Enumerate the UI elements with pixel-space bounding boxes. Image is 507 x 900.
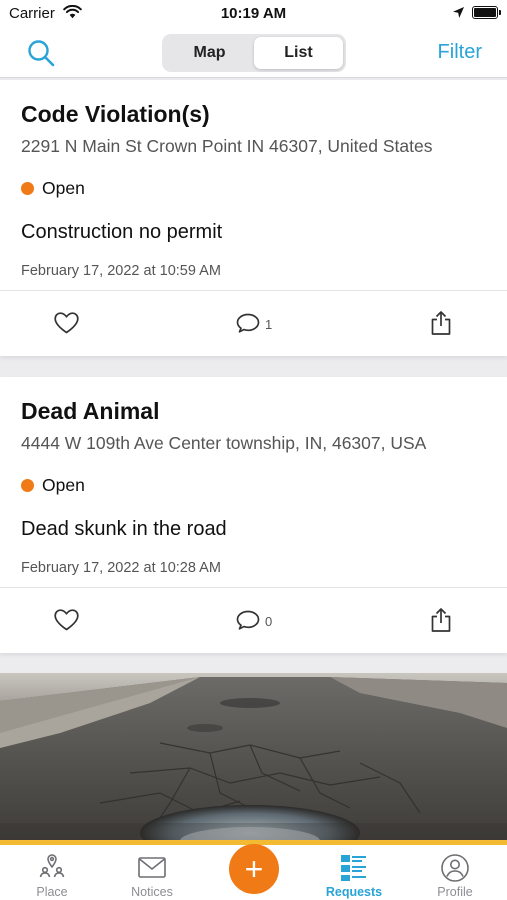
tab-place[interactable]: Place xyxy=(2,845,102,900)
tab-label: Notices xyxy=(131,885,173,899)
comment-button[interactable]: 0 xyxy=(236,610,272,632)
nav-bar: Map List Filter xyxy=(0,28,507,78)
tab-profile[interactable]: Profile xyxy=(405,845,505,900)
comment-count: 0 xyxy=(265,613,273,629)
request-title: Dead Animal xyxy=(21,398,160,424)
comment-bubble-icon xyxy=(236,313,260,333)
profile-icon xyxy=(441,854,469,882)
comment-button[interactable]: 1 xyxy=(236,313,272,335)
tab-label: Profile xyxy=(437,885,473,899)
tab-label: Place xyxy=(36,885,68,899)
add-request-button[interactable]: + xyxy=(229,844,279,894)
request-status: Open xyxy=(21,475,85,496)
share-icon xyxy=(431,311,451,335)
status-dot xyxy=(21,479,34,492)
heart-icon xyxy=(54,609,79,631)
request-address: 2291 N Main St Crown Point IN 46307, Uni… xyxy=(21,136,433,156)
filter-button[interactable]: Filter xyxy=(438,41,482,64)
status-dot xyxy=(21,182,34,195)
request-address: 4444 W 109th Ave Center township, IN, 46… xyxy=(21,433,427,453)
request-photo[interactable] xyxy=(0,673,507,845)
comment-bubble-icon xyxy=(236,610,260,630)
share-button[interactable] xyxy=(430,310,452,336)
share-button[interactable] xyxy=(430,607,452,633)
like-button[interactable] xyxy=(54,609,79,631)
request-description: Construction no permit xyxy=(21,221,223,243)
status-bar: Carrier 10:19 AM xyxy=(0,0,507,28)
like-button[interactable] xyxy=(54,312,79,334)
view-segmented-control: Map List xyxy=(162,34,346,72)
request-description: Dead skunk in the road xyxy=(21,518,227,540)
place-icon xyxy=(39,854,65,878)
request-title: Code Violation(s) xyxy=(21,101,210,127)
card-divider xyxy=(0,290,507,291)
request-date: February 17, 2022 at 10:28 AM xyxy=(21,560,221,576)
comment-count: 1 xyxy=(265,316,273,332)
segment-list[interactable]: List xyxy=(254,37,343,69)
request-date: February 17, 2022 at 10:59 AM xyxy=(21,263,221,279)
card-divider xyxy=(0,587,507,588)
request-card[interactable]: Dead Animal 4444 W 109th Ave Center town… xyxy=(0,377,507,653)
segment-map[interactable]: Map xyxy=(165,37,254,69)
location-arrow-icon xyxy=(453,7,464,18)
request-card[interactable]: Code Violation(s) 2291 N Main St Crown P… xyxy=(0,80,507,356)
tab-label: Requests xyxy=(325,885,383,899)
pothole-road-image xyxy=(0,673,507,845)
clock-time: 10:19 AM xyxy=(220,5,287,22)
battery-icon xyxy=(472,6,501,19)
search-icon[interactable] xyxy=(26,38,56,68)
list-icon xyxy=(341,855,366,881)
heart-icon xyxy=(54,312,79,334)
share-icon xyxy=(431,608,451,632)
request-status: Open xyxy=(21,178,85,199)
status-label: Open xyxy=(42,178,85,198)
tab-notices[interactable]: Notices xyxy=(102,845,202,900)
tab-requests[interactable]: Requests xyxy=(304,845,404,900)
status-label: Open xyxy=(42,475,85,495)
mail-icon xyxy=(138,857,166,878)
